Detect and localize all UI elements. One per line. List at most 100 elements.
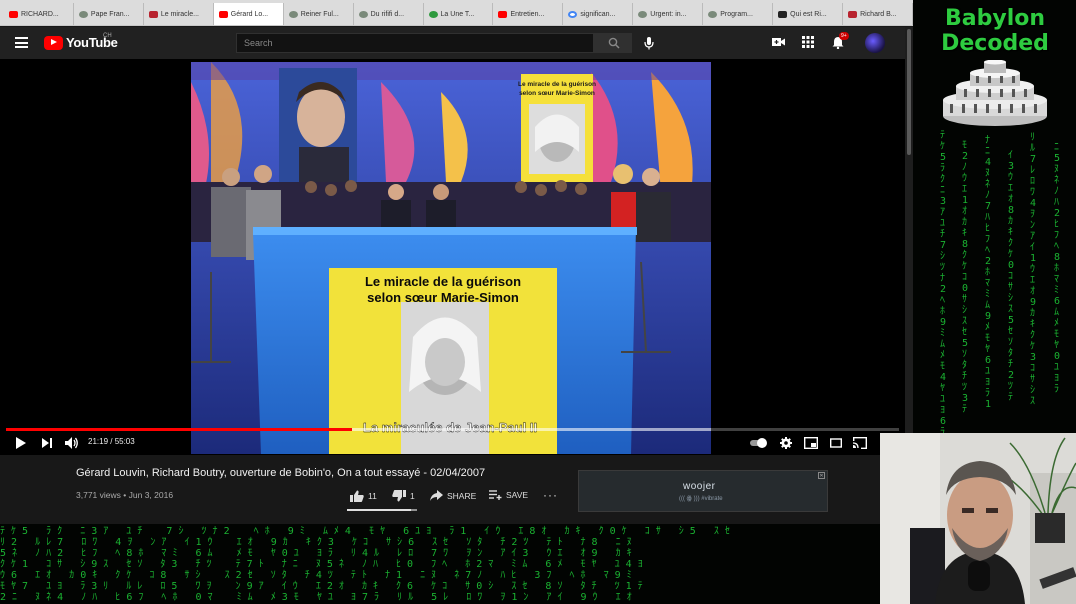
tab-favicon-icon <box>78 10 88 18</box>
thumbs-down-icon <box>392 490 406 502</box>
theater-mode-icon[interactable] <box>830 437 842 449</box>
microphone-icon[interactable] <box>643 36 655 50</box>
browser-tab[interactable]: La Une T... <box>424 3 494 25</box>
tab-favicon-icon <box>218 10 228 18</box>
player-controls: 21:19 / 55:03 <box>0 433 905 455</box>
country-code: CH <box>103 33 112 39</box>
tab-label: Entretien... <box>510 10 545 18</box>
menu-icon[interactable] <box>15 37 28 48</box>
browser-tab[interactable]: Richard B... <box>843 3 913 25</box>
babylon-tower-logo-icon <box>943 60 1047 126</box>
create-video-icon[interactable] <box>772 36 786 48</box>
browser-tab[interactable]: Du rififi d... <box>354 3 424 25</box>
browser-window: RICHARD... Pape Fran... Le miracle... Gérar… <box>0 0 913 524</box>
browser-tab[interactable]: Urgent: in... <box>633 3 704 25</box>
browser-tab[interactable]: RICHARD... <box>4 3 74 25</box>
youtube-masthead: YouTube CH Search 9+ <box>0 27 905 59</box>
browser-tab[interactable]: Entretien... <box>493 3 564 25</box>
browser-tab[interactable]: Pape Fran... <box>74 3 144 25</box>
search-icon <box>608 37 620 49</box>
notifications-badge: 9+ <box>839 32 849 40</box>
scrollbar-thumb[interactable] <box>907 29 911 155</box>
upload-date: Jun 3, 2016 <box>128 490 174 500</box>
svg-text:selon sœur Marie-Simon: selon sœur Marie-Simon <box>519 90 595 97</box>
desktop-stage: ﾃ ｹ 5 ﾗ ｸ ﾆ 3 ｱ ﾕ ﾁ 7 ｼ ﾂ ﾅ 2 ﾍ ﾎ 9 ﾐ ﾑ … <box>0 0 1076 604</box>
matrix-column-decoration: ﾘ ﾙ 7 ﾚ ﾛ ﾜ 4 ｦ ﾝ ｱ ｲ 1 ｳ ｴ ｵ 9 ｶ ｷ ｸ ｹ … <box>1030 132 1037 407</box>
search-button[interactable] <box>594 33 632 53</box>
tab-favicon-icon <box>778 10 788 18</box>
tab-label: Richard B... <box>860 10 897 18</box>
poster-line2: selon sœur Marie-Simon <box>367 290 519 305</box>
avatar[interactable] <box>865 33 885 53</box>
tab-label: Qui est Ri... <box>790 10 827 18</box>
more-horizontal-icon: ··· <box>543 488 558 502</box>
video-title: Gérard Louvin, Richard Boutry, ouverture… <box>76 467 486 479</box>
volume-icon[interactable] <box>65 437 79 449</box>
play-icon[interactable] <box>15 437 27 449</box>
channel-name-line1: Babylon <box>944 6 1046 31</box>
tab-favicon-icon <box>498 10 508 18</box>
matrix-column-decoration: ﾓ 2 ﾉ ｳ ｴ 1 ｵ ｶ ｷ 8 ｸ ｹ ｺ 0 ｻ ｼ ｽ ｾ 5 ｿ … <box>962 140 969 415</box>
youtube-play-logo-icon <box>44 35 63 50</box>
matrix-column-decoration: ﾅ ﾆ 4 ﾇ ﾈ ﾉ 7 ﾊ ﾋ ﾌ ﾍ 2 ﾎ ﾏ ﾐ ﾑ 9 ﾒ ﾓ ﾔ … <box>985 135 992 410</box>
tab-favicon-icon <box>848 10 858 18</box>
webcam-overlay <box>880 433 1076 604</box>
ad-tagline: ((( ꙮ ))) #vibrate <box>679 496 723 502</box>
browser-tab[interactable]: Qui est Ri... <box>773 3 844 25</box>
share-button[interactable]: SHARE <box>430 490 476 501</box>
miniplayer-icon[interactable] <box>804 437 818 449</box>
svg-text:Le miracle de la guérison: Le miracle de la guérison <box>518 81 596 88</box>
browser-tab[interactable]: significan... <box>563 3 634 25</box>
browser-tab[interactable]: Reiner Ful... <box>284 3 354 25</box>
tab-favicon-icon <box>568 10 578 18</box>
ad-brand: woojer <box>683 481 716 492</box>
played-bar <box>6 428 352 431</box>
tab-favicon-icon <box>358 10 368 18</box>
more-actions-button[interactable]: ··· <box>543 488 558 502</box>
matrix-column-decoration: ｲ 3 ｳ ｴ ｵ 8 ｶ ｷ ｸ ｹ 0 ｺ ｻ ｼ ｽ 5 ｾ ｿ ﾀ ﾁ … <box>1008 150 1015 403</box>
tab-label: Pape Fran... <box>90 10 130 18</box>
browser-tab[interactable]: Program... <box>703 3 774 25</box>
share-label: SHARE <box>447 490 477 501</box>
add-to-playlist-icon <box>489 490 502 500</box>
thumbs-up-icon <box>350 490 364 502</box>
ad-banner[interactable]: woojer ((( ꙮ ))) #vibrate ✕ <box>578 470 828 512</box>
save-label: SAVE <box>506 490 529 500</box>
tab-label: RICHARD... <box>21 10 59 18</box>
cast-icon[interactable] <box>853 437 867 449</box>
poster-line1: Le miracle de la guérison <box>365 274 521 289</box>
view-count: 3,771 views <box>76 490 121 500</box>
apps-grid-icon[interactable] <box>802 36 814 48</box>
next-icon[interactable] <box>42 437 53 449</box>
save-button[interactable]: SAVE <box>489 490 528 500</box>
youtube-logo[interactable]: YouTube CH <box>44 33 118 50</box>
tab-label: Reiner Ful... <box>300 10 339 18</box>
tab-bar: RICHARD... Pape Fran... Le miracle... Gérar… <box>0 0 913 26</box>
matrix-row-decoration: ﾃ ｹ 5 ﾗ ｸ ﾆ 3 ｱ ﾕ ﾁ 7 ｼ ﾂ ﾅ 2 ﾍ ﾎ 9 ﾐ ﾑ … <box>0 526 730 603</box>
tab-favicon-icon <box>708 10 718 18</box>
tab-label: La Une T... <box>440 10 475 18</box>
browser-tab[interactable]: Le miracle... <box>144 3 214 25</box>
time-display: 21:19 / 55:03 <box>88 437 135 446</box>
tab-favicon-icon <box>638 10 648 18</box>
browser-tab[interactable]: Gérard Lo... <box>213 3 284 25</box>
like-ratio-bar <box>347 509 417 511</box>
dislike-button[interactable]: 1 <box>392 490 415 502</box>
ad-close-icon[interactable]: ✕ <box>818 472 825 479</box>
like-button[interactable]: 11 <box>350 490 377 502</box>
video-info-panel: Gérard Louvin, Richard Boutry, ouverture… <box>0 455 905 524</box>
video-frame[interactable]: Le miracle de la guérison selon sœur Mar… <box>191 62 711 454</box>
tab-favicon-icon <box>148 10 158 18</box>
tab-label: Gérard Lo... <box>230 10 269 18</box>
tab-favicon-icon <box>428 10 438 18</box>
tab-favicon-icon <box>288 10 298 18</box>
share-arrow-icon <box>430 490 443 501</box>
tab-label: Urgent: in... <box>650 10 687 18</box>
tab-label: significan... <box>580 10 616 18</box>
autoplay-toggle-icon[interactable] <box>750 437 768 449</box>
search-input[interactable]: Search <box>236 33 594 53</box>
settings-gear-icon[interactable] <box>780 437 792 449</box>
video-player[interactable]: Le miracle de la guérison selon sœur Mar… <box>0 59 905 455</box>
progress-bar[interactable] <box>6 428 899 431</box>
dislike-count: 1 <box>410 491 415 501</box>
